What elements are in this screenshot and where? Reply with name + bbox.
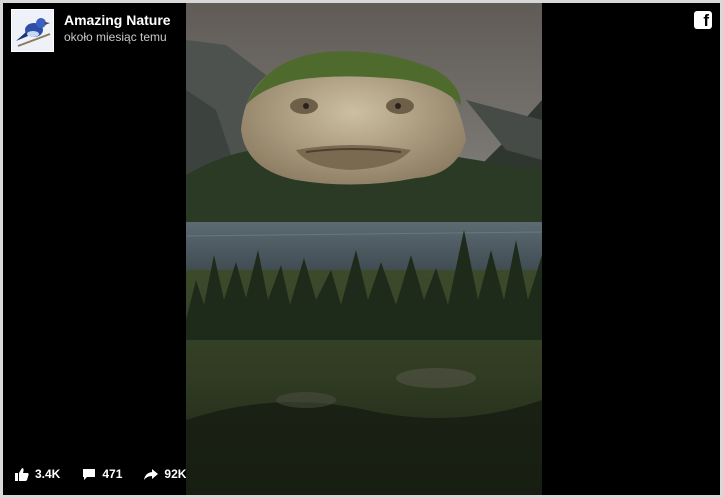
comments-count[interactable]: 471 (82, 467, 122, 481)
shares-count[interactable]: 92K (144, 467, 186, 481)
engagement-stats: 3.4K 471 92K (15, 467, 186, 481)
shares-label: 92K (164, 467, 187, 481)
thumbs-up-icon (15, 467, 29, 481)
comments-label: 471 (102, 467, 123, 481)
turtle-mountain-image (186, 3, 542, 495)
avatar[interactable] (11, 9, 54, 52)
comment-icon (83, 468, 96, 480)
post-photo[interactable] (186, 3, 542, 495)
likes-count[interactable]: 3.4K (15, 467, 60, 481)
bird-icon (12, 10, 53, 51)
post-embed: Amazing Nature około miesiąc temu f 3.4K… (3, 3, 720, 495)
likes-label: 3.4K (35, 467, 61, 481)
page-name[interactable]: Amazing Nature (64, 12, 171, 29)
facebook-icon[interactable]: f (694, 11, 712, 30)
share-arrow-icon (144, 468, 159, 480)
post-header: Amazing Nature około miesiąc temu (11, 9, 171, 52)
post-timestamp[interactable]: około miesiąc temu (64, 29, 171, 45)
